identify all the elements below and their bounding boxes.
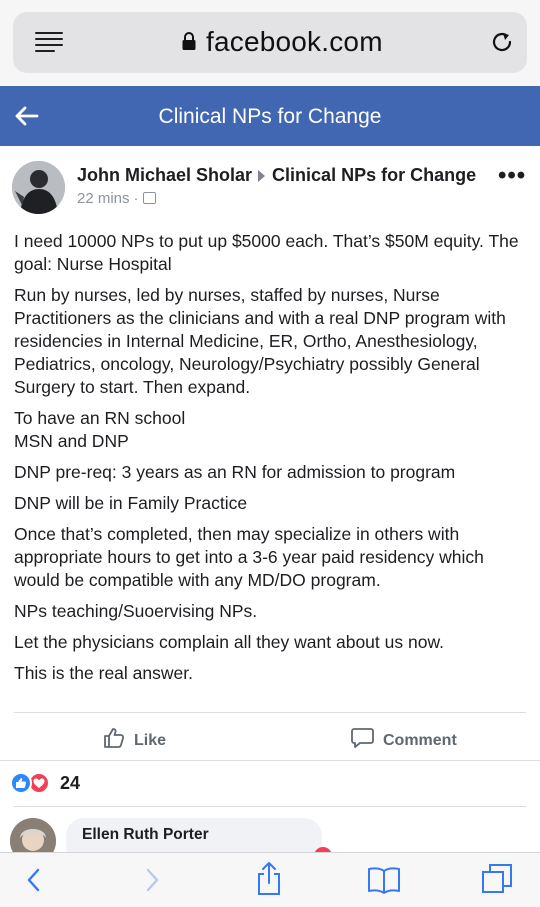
post-meta: 22 mins ·: [77, 190, 156, 207]
url-text[interactable]: facebook.com: [206, 26, 383, 58]
post-text: I need 10000 NPs to put up $5000 each. T…: [14, 230, 526, 693]
lock-icon: [182, 32, 196, 50]
comment-preview: Ellen Ruth Porter: [0, 810, 540, 852]
comment-button[interactable]: Comment: [350, 726, 457, 750]
share-icon[interactable]: [255, 861, 283, 897]
post-paragraph: DNP pre-req: 3 years as an RN for admiss…: [14, 462, 456, 482]
author-name[interactable]: John Michael Sholar: [77, 165, 252, 185]
browser-address-bar: facebook.com: [0, 0, 540, 86]
target-group-name[interactable]: Clinical NPs for Change: [272, 165, 476, 185]
post-paragraph: DNP will be in Family Practice: [14, 493, 248, 513]
forward-icon[interactable]: [140, 865, 164, 895]
browser-bottom-toolbar: [0, 852, 540, 907]
reload-icon[interactable]: [490, 30, 514, 54]
reactions-row[interactable]: 24: [0, 762, 540, 806]
speech-bubble-icon: [351, 728, 374, 748]
post-paragraph: Let the physicians complain all they wan…: [14, 632, 444, 652]
post-card: John Michael Sholar Clinical NPs for Chan…: [0, 146, 540, 756]
post-paragraph: Once that’s completed, then may speciali…: [14, 524, 484, 590]
comment-label: Comment: [383, 732, 457, 749]
back-icon[interactable]: [22, 865, 46, 895]
url-field[interactable]: facebook.com: [13, 12, 527, 73]
post-paragraph: Run by nurses, led by nurses, staffed by…: [14, 285, 506, 397]
more-options-icon[interactable]: •••: [498, 164, 526, 188]
thumbs-up-icon: [104, 728, 125, 748]
author-avatar[interactable]: [12, 161, 65, 214]
group-title: Clinical NPs for Change: [158, 105, 382, 128]
post-paragraph: NPs teaching/Suoervising NPs.: [14, 601, 258, 621]
reader-menu-icon[interactable]: [35, 32, 63, 52]
post-action-bar: Like Comment: [0, 712, 540, 762]
tabs-icon[interactable]: [480, 862, 514, 896]
post-paragraph: MSN and DNP: [14, 431, 129, 451]
divider: [0, 760, 540, 761]
like-button[interactable]: Like: [102, 726, 166, 750]
commenter-name[interactable]: Ellen Ruth Porter: [82, 826, 209, 844]
divider: [14, 806, 526, 807]
post-paragraph: I need 10000 NPs to put up $5000 each. T…: [14, 231, 519, 274]
arrow-icon: [258, 169, 266, 182]
post-paragraph: This is the real answer.: [14, 663, 193, 683]
audience-group-icon: [142, 192, 156, 204]
commenter-avatar[interactable]: [10, 818, 56, 852]
like-reaction-icon: [10, 772, 32, 794]
post-paragraph: To have an RN school: [14, 408, 186, 428]
bookmarks-icon[interactable]: [366, 865, 402, 895]
reaction-count: 24: [60, 773, 81, 793]
post-time[interactable]: 22 mins: [77, 190, 130, 207]
group-header-bar: Clinical NPs for Change: [0, 86, 540, 146]
post-header: John Michael Sholar Clinical NPs for Chan…: [77, 165, 476, 186]
like-label: Like: [134, 732, 167, 749]
